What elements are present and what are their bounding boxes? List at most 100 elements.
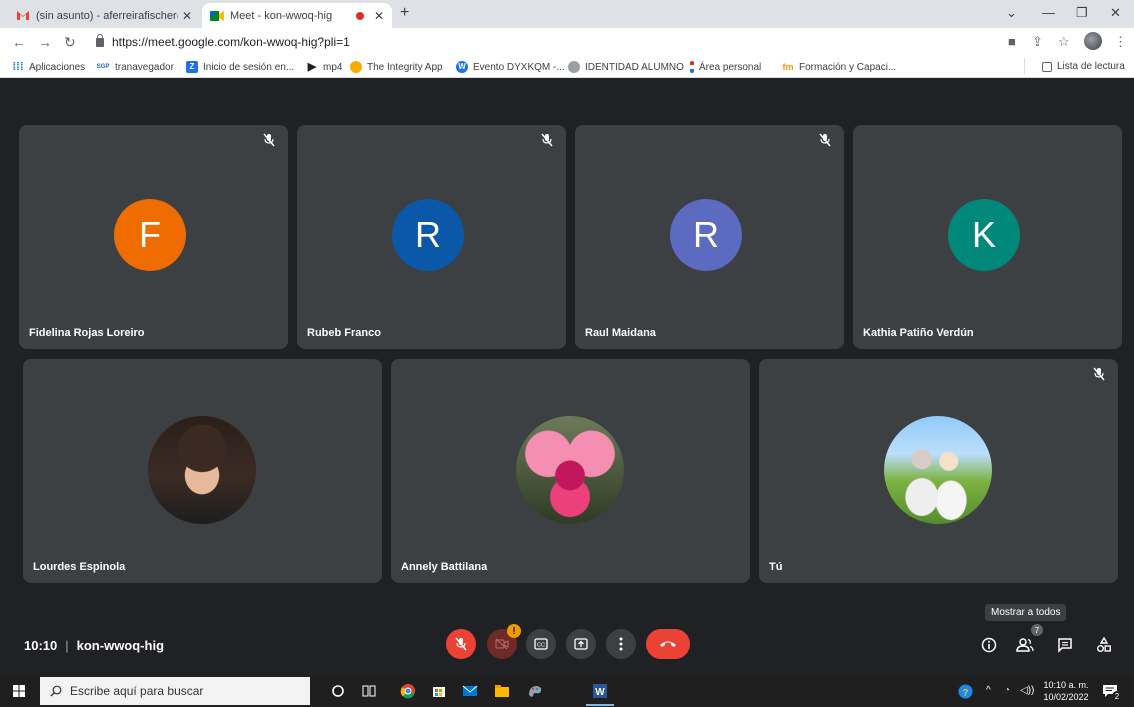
bookmark-evento[interactable]: W Evento DYXKQM -... [456,61,565,73]
bookmark-label: Inicio de sesión en... [203,61,295,73]
integrity-icon [350,61,362,73]
active-app-indicator [586,704,614,706]
svg-text:W: W [595,687,605,698]
restore-icon[interactable]: ❐ [1076,5,1088,21]
close-tab-icon[interactable]: ✕ [182,9,192,23]
profile-avatar[interactable] [1084,32,1102,50]
microphone-toggle-button[interactable] [446,629,476,659]
reading-list[interactable]: Lista de lectura [1042,61,1125,72]
avatar: R [392,199,464,271]
leave-call-button[interactable] [646,629,690,659]
meeting-info-button[interactable] [978,634,1000,656]
participant-name: Tú [769,561,783,573]
close-window-icon[interactable]: ✕ [1110,5,1121,21]
store-icon[interactable] [431,683,447,699]
meet-icon [210,10,224,22]
browser-toolbar: ← → ↻ https://meet.google.com/kon-wwoq-h… [0,28,1134,56]
camera-off-icon [495,638,509,650]
bookmark-identidad[interactable]: IDENTIDAD ALUMNO [568,61,684,73]
tab-meet[interactable]: Meet - kon-wwoq-hig ✕ [202,3,392,28]
svg-text:?: ? [963,687,969,697]
bookmark-star-icon[interactable]: ☆ [1058,34,1070,50]
participant-name: Kathia Patiño Verdún [863,327,974,339]
more-options-button[interactable] [606,629,636,659]
participant-tile[interactable]: Tú [759,359,1118,583]
back-icon[interactable]: ← [12,34,26,50]
bookmark-formacion[interactable]: fm Formación y Capaci... [782,61,897,73]
camera-in-use-icon[interactable]: ■ [1008,34,1016,49]
avatar: R [670,199,742,271]
bookmark-mp4[interactable]: ▶ mp4 [306,61,343,73]
file-explorer-icon[interactable] [494,683,510,699]
activities-icon [1097,637,1111,652]
taskbar-search-input[interactable]: Escribe aquí para buscar [40,677,310,705]
sgp-icon: SGP [96,64,110,70]
participant-tile[interactable]: Annely Battilana [391,359,750,583]
participant-tile[interactable]: F Fidelina Rojas Loreiro [19,125,288,349]
notification-count: 2 [1112,691,1122,701]
meeting-time: 10:10 [24,638,58,653]
participant-tile[interactable]: R Rubeb Franco [297,125,566,349]
avatar: F [114,199,186,271]
mic-off-icon [541,133,553,147]
share-icon[interactable]: ⇪ [1032,34,1043,50]
present-icon [574,638,588,650]
word-icon[interactable]: W [592,683,608,699]
bookmark-label: Área personal [699,61,762,73]
mic-off-icon [263,133,275,147]
participant-tile[interactable]: R Raul Maidana [575,125,844,349]
clock[interactable]: 10:10 a. m. 10/02/2022 [1040,679,1092,703]
avatar-photo [148,416,256,524]
recording-icon [355,11,364,20]
windows-start-icon[interactable] [13,685,25,697]
bookmark-label: The Integrity App [367,61,443,73]
bookmark-label: mp4 [323,61,343,73]
tab-title: (sin asunto) - aferreirafischer@gm [36,9,178,22]
menu-icon[interactable]: ⋮ [1114,34,1127,50]
help-icon[interactable]: ? [958,684,973,699]
reload-icon[interactable]: ↻ [64,34,76,51]
people-icon [1016,638,1034,652]
bookmark-label: IDENTIDAD ALUMNO [585,61,684,73]
reading-list-label: Lista de lectura [1057,61,1125,72]
participant-tile[interactable]: K Kathia Patiño Verdún [853,125,1122,349]
address-bar[interactable]: https://meet.google.com/kon-wwoq-hig?pli… [96,32,976,52]
show-everyone-button[interactable] [1014,634,1036,656]
captions-button[interactable]: CC [526,629,556,659]
network-icon[interactable]: ◔ [1004,685,1010,697]
participant-name: Fidelina Rojas Loreiro [29,327,145,339]
tab-gmail[interactable]: (sin asunto) - aferreirafischer@gm ✕ [8,3,200,28]
task-view-icon[interactable] [361,683,377,699]
tab-search-icon[interactable]: ⌄ [1006,5,1017,21]
cortana-icon[interactable] [330,683,346,699]
mic-off-icon [819,133,831,147]
minimize-icon[interactable]: — [1042,5,1055,20]
captions-icon: CC [534,638,548,650]
bookmark-tranavegador[interactable]: SGP tranavegador [96,61,174,73]
bookmarks-divider [1024,58,1025,74]
bookmark-integrity-app[interactable]: The Integrity App [350,61,443,73]
participant-name: Raul Maidana [585,327,656,339]
mail-icon[interactable] [462,683,478,699]
url-text: https://meet.google.com/kon-wwoq-hig?pli… [112,35,350,49]
participant-name: Lourdes Espinola [33,561,126,573]
bookmark-area-personal[interactable]: Área personal [690,61,761,73]
new-tab-button[interactable]: + [400,4,409,22]
tab-strip: (sin asunto) - aferreirafischer@gm ✕ Mee… [0,0,1134,28]
close-tab-icon[interactable]: ✕ [374,9,384,23]
chevron-up-icon[interactable]: ^ [986,685,991,697]
present-screen-button[interactable] [566,629,596,659]
paint-icon[interactable] [527,683,543,699]
search-placeholder: Escribe aquí para buscar [70,684,204,698]
avatar: K [948,199,1020,271]
chrome-icon[interactable] [400,683,416,699]
activities-button[interactable] [1093,634,1115,656]
lock-icon [96,33,104,47]
volume-icon[interactable]: ◁)) [1020,685,1034,697]
participant-tile[interactable]: Lourdes Espinola [23,359,382,583]
chat-button[interactable] [1054,634,1076,656]
bookmark-inicio-sesion[interactable]: Z Inicio de sesión en... [186,61,294,73]
forward-icon[interactable]: → [38,34,52,50]
bookmark-aplicaciones[interactable]: ⁞⁞⁞ Aplicaciones [12,61,86,73]
bookmarks-bar: ⁞⁞⁞ Aplicaciones SGP tranavegador Z Inic… [0,56,1134,78]
